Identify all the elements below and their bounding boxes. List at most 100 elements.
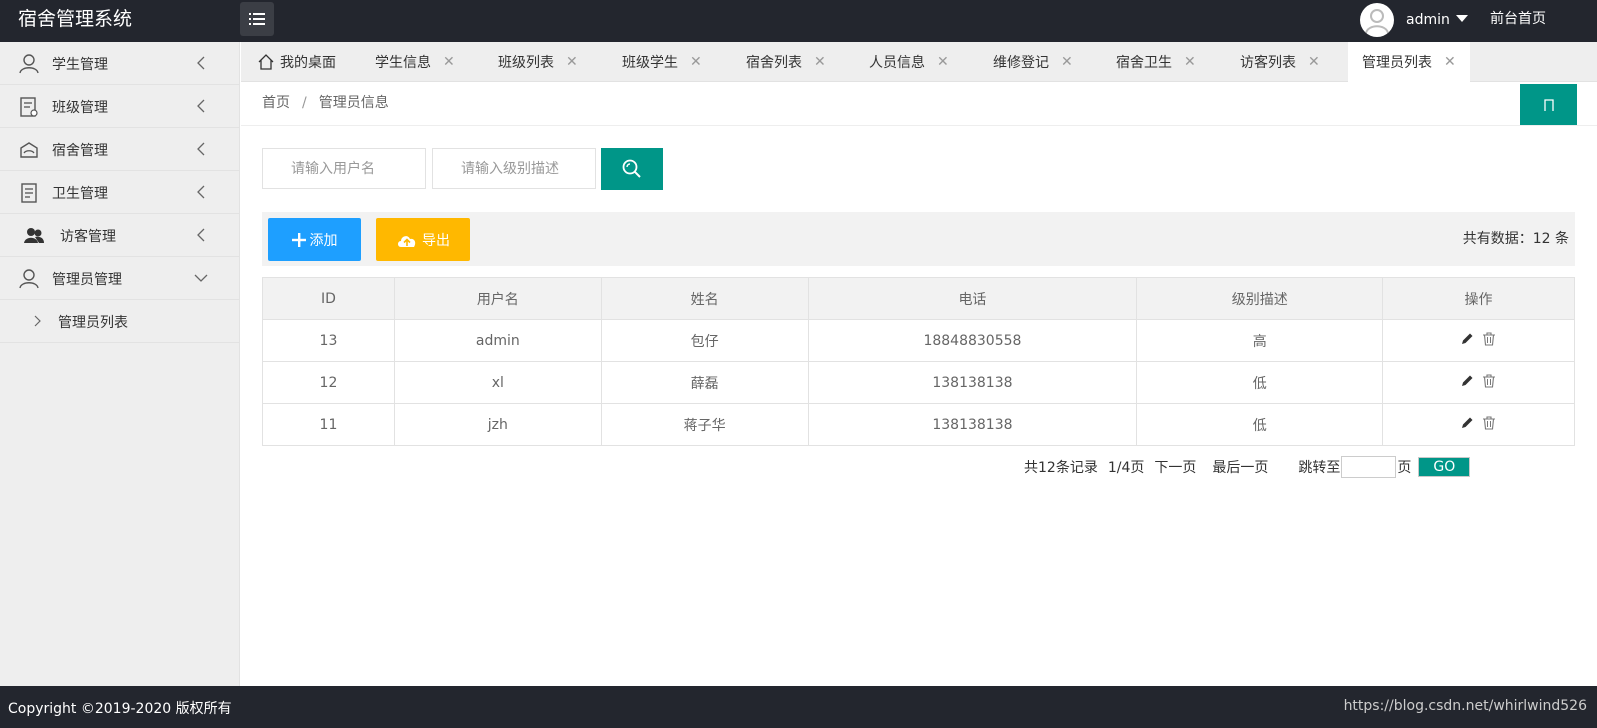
sidebar-item-classes[interactable]: 班级管理 — [0, 85, 239, 128]
tab-label: 维修登记 — [993, 55, 1049, 71]
cell-username: jzh — [393, 403, 602, 446]
chevron-down-icon — [194, 274, 208, 282]
breadcrumb-home[interactable]: 首页 — [262, 95, 290, 111]
sidebar-item-label: 班级管理 — [52, 100, 108, 116]
next-page-link[interactable]: 下一页 — [1154, 457, 1196, 477]
tab-dorm-hygiene[interactable]: 宿舍卫生 ✕ — [1116, 42, 1196, 82]
close-icon[interactable]: ✕ — [1184, 54, 1196, 70]
export-button-label: 导出 — [422, 232, 450, 249]
tab-class-students[interactable]: 班级学生 ✕ — [622, 42, 702, 82]
cell-id: 12 — [262, 361, 395, 404]
edit-icon[interactable] — [1461, 374, 1474, 387]
sidebar-item-admins[interactable]: 管理员管理 — [0, 257, 239, 300]
jump-to-label: 跳转至 — [1298, 460, 1341, 476]
sidebar-subitem-label: 管理员列表 — [58, 315, 128, 331]
cell-level: 高 — [1136, 319, 1384, 362]
sidebar-item-visitors[interactable]: 访客管理 — [0, 214, 239, 257]
refresh-button[interactable] — [1520, 84, 1577, 125]
tab-personnel-info[interactable]: 人员信息 ✕ — [869, 42, 949, 82]
user-name: admin — [1406, 12, 1450, 28]
close-icon[interactable]: ✕ — [1308, 54, 1320, 70]
sidebar-item-dorms[interactable]: 宿舍管理 — [0, 128, 239, 171]
export-button[interactable]: 导出 — [376, 218, 470, 261]
refresh-icon — [1543, 98, 1554, 111]
tab-desktop[interactable]: 我的桌面 — [258, 42, 336, 82]
sidebar-subitem-admin-list[interactable]: 管理员列表 — [0, 300, 239, 343]
total-count: 共有数据：12 条 — [1462, 231, 1569, 247]
edit-icon[interactable] — [1461, 416, 1474, 429]
users-icon — [24, 228, 44, 243]
cell-name: 薛磊 — [600, 361, 809, 404]
chevron-left-icon — [197, 228, 205, 242]
level-search-input[interactable] — [432, 148, 596, 189]
sidebar-item-label: 访客管理 — [60, 229, 116, 245]
tab-repair-registration[interactable]: 维修登记 ✕ — [993, 42, 1073, 82]
tab-visitor-list[interactable]: 访客列表 ✕ — [1240, 42, 1320, 82]
user-icon — [19, 269, 39, 289]
page-number-input[interactable] — [1341, 456, 1397, 478]
delete-icon[interactable] — [1482, 416, 1496, 430]
sidebar-item-label: 卫生管理 — [52, 186, 108, 202]
sidebar-item-students[interactable]: 学生管理 — [0, 42, 239, 85]
column-header-username: 用户名 — [393, 277, 602, 320]
chevron-right-icon — [34, 315, 41, 327]
tab-label: 宿舍列表 — [746, 55, 802, 71]
tab-class-list[interactable]: 班级列表 ✕ — [498, 42, 578, 82]
home-icon — [258, 54, 274, 70]
clipboard-icon — [21, 183, 37, 203]
breadcrumb-current: 管理员信息 — [318, 95, 389, 111]
close-icon[interactable]: ✕ — [814, 54, 826, 70]
avatar-icon — [1365, 9, 1389, 34]
tab-bar: 我的桌面 学生信息 ✕ 班级列表 ✕ 班级学生 ✕ 宿舍列表 ✕ 人员信息 ✕ 维修登记 ✕… — [241, 42, 1597, 82]
divider — [241, 125, 1597, 126]
add-button[interactable]: 添加 — [268, 218, 361, 261]
page-unit-label: 页 — [1397, 460, 1412, 476]
sidebar-item-label: 管理员管理 — [52, 272, 122, 288]
go-button[interactable]: GO — [1418, 457, 1471, 477]
cell-id: 11 — [262, 403, 395, 446]
close-icon[interactable]: ✕ — [937, 54, 949, 70]
last-page-link[interactable]: 最后一页 — [1212, 457, 1268, 477]
cell-phone: 18848830558 — [807, 319, 1138, 362]
table-row: 12 xl 薛磊 138138138 低 — [262, 361, 1575, 404]
column-header-phone: 电话 — [807, 277, 1138, 320]
delete-icon[interactable] — [1482, 374, 1496, 388]
user-menu[interactable]: admin — [1360, 2, 1468, 38]
close-icon[interactable]: ✕ — [566, 54, 578, 70]
chevron-left-icon — [197, 99, 205, 113]
delete-icon[interactable] — [1482, 332, 1496, 346]
column-header-actions: 操作 — [1382, 277, 1575, 320]
pagination-page: 1/4页 — [1107, 460, 1145, 476]
username-search-input[interactable] — [262, 148, 426, 189]
top-header: 宿舍管理系统 admin 前台首页 — [0, 0, 1597, 42]
sidebar-item-label: 学生管理 — [52, 57, 108, 73]
close-icon[interactable]: ✕ — [1061, 54, 1073, 70]
user-icon — [19, 54, 39, 74]
cell-username: admin — [393, 319, 602, 362]
tab-label: 我的桌面 — [280, 55, 336, 71]
close-icon[interactable]: ✕ — [443, 54, 455, 70]
cell-level: 低 — [1136, 403, 1384, 446]
tab-student-info[interactable]: 学生信息 ✕ — [375, 42, 455, 82]
chevron-down-icon — [1455, 14, 1468, 22]
close-icon[interactable]: ✕ — [1444, 54, 1456, 70]
avatar — [1360, 3, 1394, 37]
class-icon — [20, 97, 38, 117]
sidebar: 学生管理 班级管理 宿舍管理 卫生管理 访客管理 管理员管理 管理员列表 — [0, 42, 240, 686]
add-button-label: 添加 — [309, 232, 338, 249]
tab-admin-list[interactable]: 管理员列表 ✕ — [1348, 42, 1470, 82]
close-icon[interactable]: ✕ — [690, 54, 702, 70]
tab-label: 班级学生 — [622, 55, 678, 71]
tab-dorm-list[interactable]: 宿舍列表 ✕ — [746, 42, 826, 82]
sidebar-item-hygiene[interactable]: 卫生管理 — [0, 171, 239, 214]
pagination: 共12条记录 1/4页 下一页 最后一页 跳转至 页 GO — [1024, 455, 1471, 479]
toolbar: 添加 导出 共有数据：12 条 — [262, 212, 1575, 266]
table-header-row: ID 用户名 姓名 电话 级别描述 操作 — [262, 277, 1575, 320]
pagination-total: 共12条记录 — [1024, 460, 1098, 476]
edit-icon[interactable] — [1461, 332, 1474, 345]
menu-toggle-button[interactable] — [240, 2, 274, 36]
search-button[interactable] — [601, 148, 663, 190]
dorm-icon — [20, 142, 38, 158]
table-row: 11 jzh 蒋子华 138138138 低 — [262, 403, 1575, 446]
front-page-link[interactable]: 前台首页 — [1490, 8, 1546, 28]
